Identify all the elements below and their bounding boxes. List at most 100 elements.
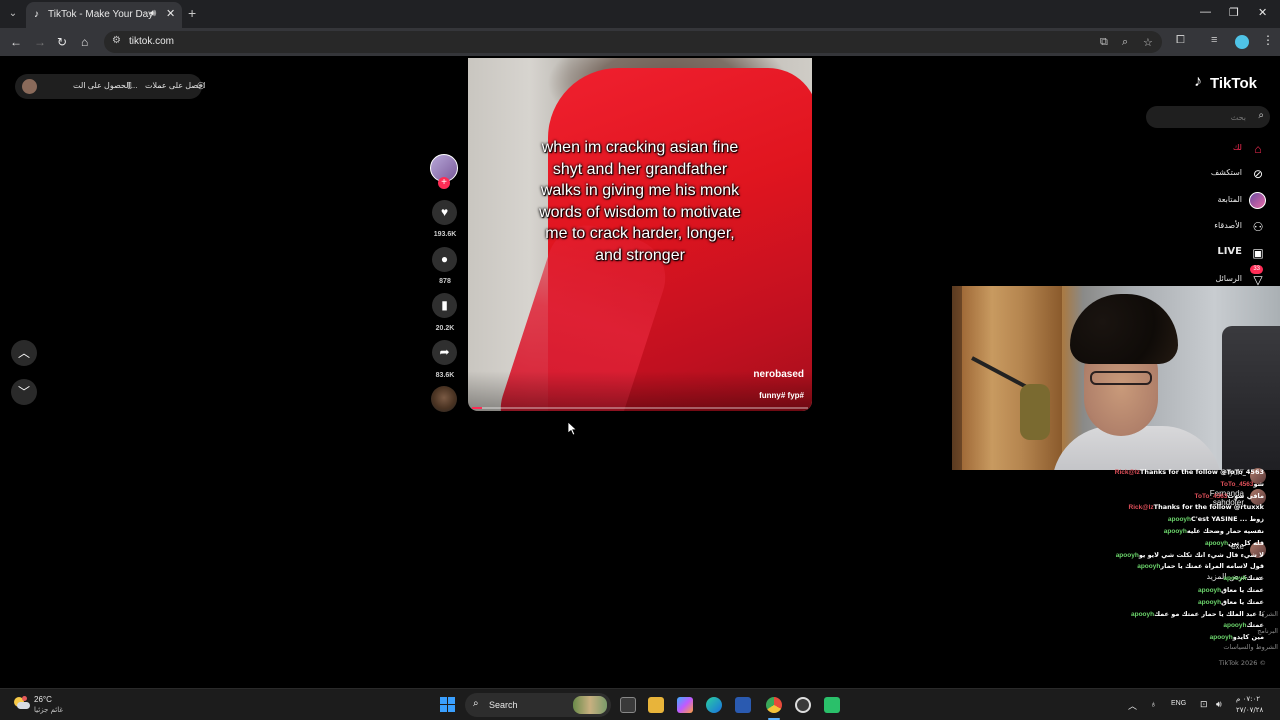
extensions-icon[interactable]: ⧠ <box>1176 34 1185 47</box>
close-window-icon[interactable]: ✕ <box>1258 6 1267 19</box>
chat-username: apooyh <box>1209 634 1233 642</box>
install-app-icon[interactable]: ⧉ <box>1100 36 1108 49</box>
chat-message: apooyhعمتك يا معاق <box>1192 597 1264 608</box>
clock-date[interactable]: ٢٧/٠٧/٢٨ <box>1236 706 1263 714</box>
store-icon[interactable] <box>735 697 751 713</box>
clock-time[interactable]: ٠٧:٠٢ م <box>1236 695 1260 703</box>
video-author[interactable]: nerobased <box>753 369 804 380</box>
compass-icon: ⊘ <box>1252 167 1264 181</box>
chat-username: apooyh <box>1198 587 1222 594</box>
follow-plus-icon[interactable]: + <box>438 177 450 189</box>
menu-icon[interactable]: ⋮ <box>1262 33 1274 47</box>
nav-label: المتابعة <box>1217 195 1242 204</box>
win-pane <box>440 705 447 712</box>
chat-message: apooyhعمتك <box>1217 573 1264 584</box>
bookmark-icon[interactable]: ▮ <box>432 293 457 318</box>
tray-overflow-icon[interactable]: ︿ <box>1128 699 1137 712</box>
tiktok-logo[interactable]: ♪ TikTok <box>1192 73 1268 93</box>
coins-banner[interactable]: الحصول على الت... ▯ احصل على عملات ◎ <box>15 74 205 99</box>
footer-copyright: TikTok 2026 © <box>1218 659 1266 667</box>
nav-for-you[interactable]: ⌂ لك <box>1160 140 1270 158</box>
chat-message: apooyhنفسيه حمار وضحك عليه <box>1158 526 1264 537</box>
chat-message-text: شو <box>1253 479 1264 488</box>
like-heart-icon[interactable]: ♥ <box>432 200 457 225</box>
chat-message-text: عمتك يا معاق <box>1221 586 1264 594</box>
tab-search-button[interactable]: ⌄ <box>4 5 22 23</box>
chat-message: apooyhمين كايدو <box>1204 632 1264 643</box>
minimize-icon[interactable]: — <box>1200 6 1211 18</box>
chrome-icon[interactable] <box>766 697 782 713</box>
tab-close-icon[interactable]: ✕ <box>166 7 175 20</box>
start-windows-icon[interactable] <box>440 697 456 713</box>
chat-message: apooyhلا شيء قال شيء انك تكلت شي لايو يو <box>1110 550 1264 561</box>
search-icon[interactable]: ⌕ <box>1258 110 1264 121</box>
chat-username: apooyh <box>1223 575 1247 583</box>
forward-icon[interactable]: → <box>34 34 46 50</box>
app-green-icon[interactable] <box>824 697 840 713</box>
media-control-icon[interactable]: ≡ <box>1211 34 1217 46</box>
microphone-icon[interactable]: ♁ <box>1150 699 1157 709</box>
previous-video-button[interactable]: ︿ <box>11 340 37 366</box>
zoom-icon[interactable]: ⌕ <box>1122 36 1128 49</box>
tab-audio-icon[interactable]: 🔊︎ <box>150 8 156 19</box>
chat-message-text: نفسيه حمار وضحك عليه <box>1186 527 1264 535</box>
nav-friends[interactable]: ⚇ الأصدقاء <box>1160 218 1270 236</box>
weather-temperature[interactable]: 26°C <box>34 695 52 704</box>
nav-live[interactable]: ▣ LIVE <box>1160 244 1270 262</box>
nav-label: LIVE <box>1217 246 1242 257</box>
home-icon[interactable]: ⌂ <box>81 34 88 50</box>
chat-message-text: يا عبد الملك يا حمار عمتك مو عمك <box>1154 609 1264 618</box>
browser-tabbar: ⌄ ♪ TikTok - Make Your Day 🔊︎ ✕ + — ❐ ✕ <box>0 0 1280 28</box>
browser-toolbar: ← → ↻ ⌂ ⚙ tiktok.com ⧉ ⌕ ☆ ⧠ ≡ ⋮ <box>0 28 1280 56</box>
video-progress-bar[interactable] <box>472 407 808 409</box>
edge-icon[interactable] <box>706 697 722 713</box>
site-info-icon[interactable]: ⚙ <box>112 35 121 46</box>
task-view-icon[interactable] <box>620 697 636 713</box>
file-explorer-icon[interactable] <box>648 697 664 713</box>
back-icon[interactable]: ← <box>10 34 22 50</box>
nav-label: الأصدقاء <box>1214 221 1242 230</box>
taskbar-search[interactable]: ⌕ Search <box>465 693 611 717</box>
save-count: 20.2K <box>435 325 455 332</box>
nav-following[interactable]: المتابعة <box>1160 192 1270 210</box>
webcam-overlay <box>952 286 1280 470</box>
music-disc-icon[interactable] <box>431 386 457 412</box>
new-tab-button[interactable]: + <box>188 5 196 21</box>
chat-message: Rick@lzThanks for the follow @ToTo_4563 <box>1109 467 1264 478</box>
taskbar-search-label: Search <box>489 700 518 710</box>
volume-icon[interactable]: 🔊︎ <box>1216 699 1222 710</box>
profile-avatar[interactable] <box>1235 35 1249 49</box>
restore-icon[interactable]: ❐ <box>1229 6 1239 19</box>
search-box[interactable]: ⌕ <box>1146 106 1270 128</box>
tab-tiktok[interactable]: ♪ TikTok - Make Your Day 🔊︎ ✕ <box>26 2 182 28</box>
copilot-icon[interactable] <box>677 697 693 713</box>
nav-label: الرسائل <box>1215 274 1243 283</box>
chat-username: apooyh <box>1204 539 1229 547</box>
home-icon: ⌂ <box>1254 142 1262 156</box>
nav-explore[interactable]: ⊘ استكشف <box>1160 165 1270 183</box>
weather-icon[interactable] <box>12 695 30 711</box>
weather-description[interactable]: غائم جزئيا <box>34 706 63 714</box>
obs-icon[interactable] <box>795 697 811 713</box>
video-hashtags[interactable]: funny# fyp# <box>759 391 804 400</box>
chat-message-text: عمتك يا معاق <box>1221 597 1264 606</box>
reload-icon[interactable]: ↻ <box>57 34 67 50</box>
bookmark-star-icon[interactable]: ☆ <box>1143 36 1153 49</box>
language-indicator[interactable]: ENG <box>1171 700 1186 707</box>
search-icon: ⌕ <box>473 698 479 709</box>
comment-icon[interactable]: ● <box>432 247 457 272</box>
address-bar[interactable]: ⚙ tiktok.com ⧉ ⌕ ☆ <box>104 31 1162 53</box>
network-icon[interactable]: ⊡ <box>1200 699 1208 710</box>
coin-icon: ◎ <box>197 80 205 90</box>
video-progress-fill <box>472 407 483 409</box>
user-avatar <box>22 79 37 94</box>
footer-program[interactable]: البرنامج <box>1257 627 1278 635</box>
video-player[interactable]: when im cracking asian fine shyt and her… <box>468 58 812 411</box>
footer-company[interactable]: الشركة <box>1258 610 1278 618</box>
live-icon: ▣ <box>1252 246 1264 260</box>
next-video-button[interactable]: ﹀ <box>11 379 37 405</box>
search-input[interactable] <box>1152 110 1246 124</box>
share-arrow-icon[interactable]: ➦ <box>432 340 457 365</box>
footer-terms[interactable]: الشروط والسياسات <box>1223 643 1278 651</box>
friends-icon: ⚇ <box>1252 220 1264 234</box>
